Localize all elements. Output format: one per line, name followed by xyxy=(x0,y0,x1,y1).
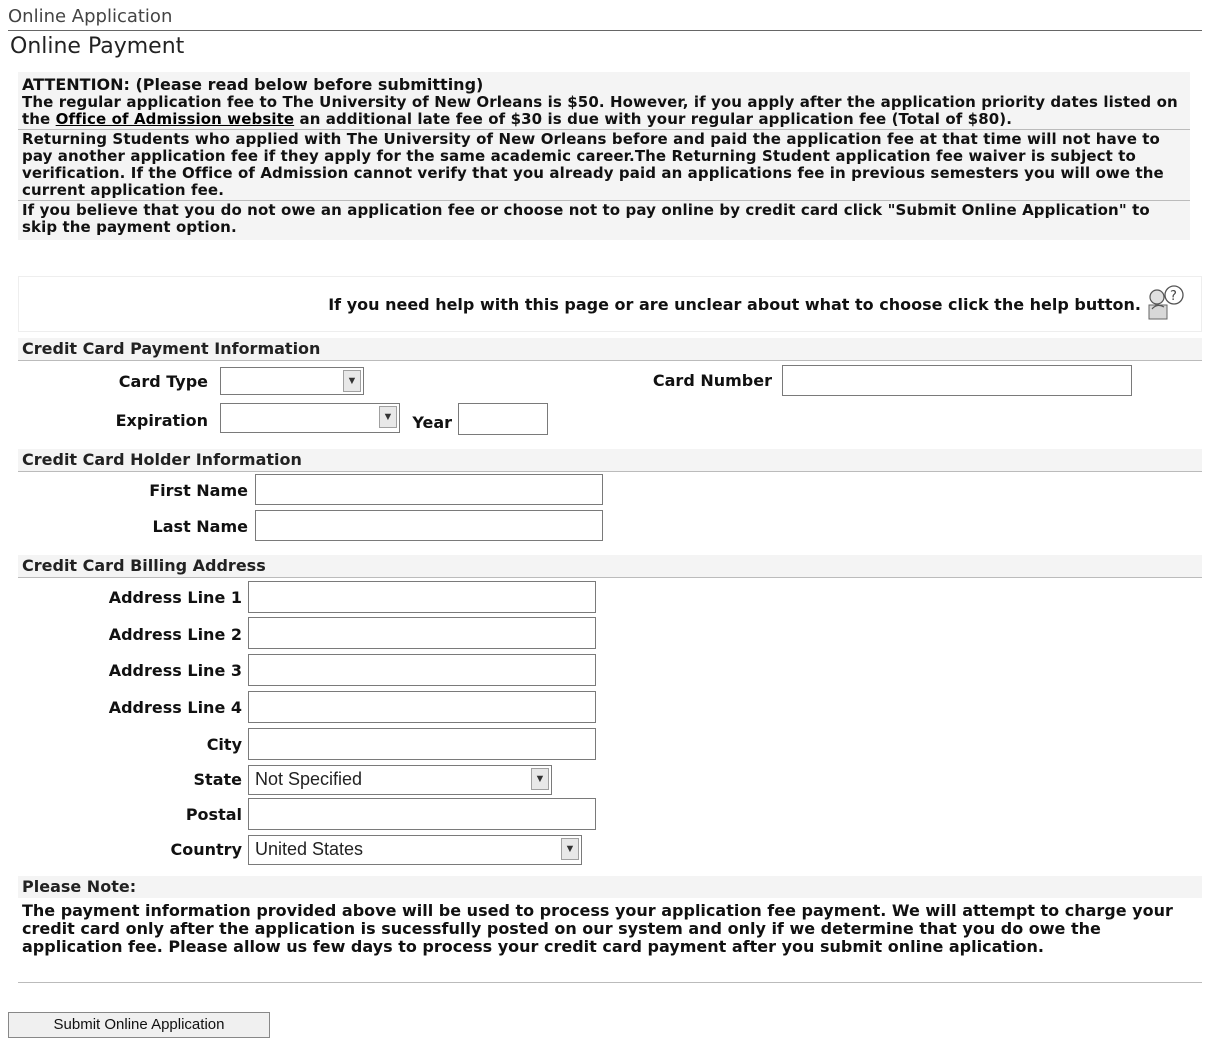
chevron-down-icon[interactable]: ▼ xyxy=(379,406,397,428)
address-line-1-label: Address Line 1 xyxy=(108,588,242,607)
note-heading: Please Note: xyxy=(18,876,1202,898)
attention-paragraph-returning: Returning Students who applied with The … xyxy=(22,130,1164,199)
address-line-2-input[interactable] xyxy=(248,617,596,649)
help-row: If you need help with this page or are u… xyxy=(18,276,1202,332)
first-name-label: First Name xyxy=(149,481,248,500)
year-label: Year xyxy=(412,413,452,432)
address-line-4-input[interactable] xyxy=(248,691,596,723)
submit-online-application-button[interactable]: Submit Online Application xyxy=(8,1012,270,1038)
address-line-1-input[interactable] xyxy=(248,581,596,613)
year-input[interactable] xyxy=(458,403,548,435)
first-name-input[interactable] xyxy=(255,474,603,505)
card-number-label: Card Number xyxy=(652,371,772,390)
country-select[interactable]: United States ▼ xyxy=(248,835,582,865)
country-label: Country xyxy=(170,840,242,859)
country-value: United States xyxy=(255,839,364,859)
postal-label: Postal xyxy=(185,805,242,824)
page-title: Online Payment xyxy=(10,34,185,59)
help-text: If you need help with this page or are u… xyxy=(328,295,1141,314)
attention-panel: ATTENTION: (Please read below before sub… xyxy=(18,72,1190,240)
header-divider xyxy=(8,30,1202,31)
state-label: State xyxy=(193,770,242,789)
card-type-label: Card Type xyxy=(118,372,208,391)
state-select[interactable]: Not Specified ▼ xyxy=(248,765,552,795)
last-name-label: Last Name xyxy=(152,517,248,536)
attention-heading: ATTENTION: (Please read below before sub… xyxy=(22,75,484,94)
admission-website-link[interactable]: Office of Admission website xyxy=(56,110,295,128)
card-number-input[interactable] xyxy=(782,365,1132,396)
city-input[interactable] xyxy=(248,728,596,760)
chevron-down-icon[interactable]: ▼ xyxy=(561,838,579,860)
note-divider xyxy=(18,982,1202,983)
breadcrumb: Online Application xyxy=(8,6,173,27)
expiration-select[interactable]: ▼ xyxy=(220,403,400,433)
card-type-select[interactable]: ▼ xyxy=(220,367,364,395)
address-line-3-input[interactable] xyxy=(248,654,596,686)
chevron-down-icon[interactable]: ▼ xyxy=(531,768,549,790)
section-card-holder: Credit Card Holder Information xyxy=(18,449,1202,472)
help-icon[interactable]: ? xyxy=(1143,283,1187,327)
section-credit-card: Credit Card Payment Information xyxy=(18,338,1202,361)
expiration-label: Expiration xyxy=(115,411,208,430)
attention-paragraph-fee: The regular application fee to The Unive… xyxy=(18,94,1190,128)
attention-paragraph-skip: If you believe that you do not owe an ap… xyxy=(22,201,1150,236)
city-label: City xyxy=(206,735,242,754)
last-name-input[interactable] xyxy=(255,510,603,541)
note-text: The payment information provided above w… xyxy=(22,901,1173,956)
address-line-4-label: Address Line 4 xyxy=(108,698,242,717)
address-line-3-label: Address Line 3 xyxy=(108,661,242,680)
chevron-down-icon[interactable]: ▼ xyxy=(343,370,361,392)
postal-input[interactable] xyxy=(248,798,596,830)
section-billing-address: Credit Card Billing Address xyxy=(18,555,1202,578)
svg-text:?: ? xyxy=(1170,289,1177,304)
address-line-2-label: Address Line 2 xyxy=(108,625,242,644)
state-value: Not Specified xyxy=(255,769,363,789)
fee-text-end: an additional late fee of $30 is due wit… xyxy=(294,110,1013,128)
